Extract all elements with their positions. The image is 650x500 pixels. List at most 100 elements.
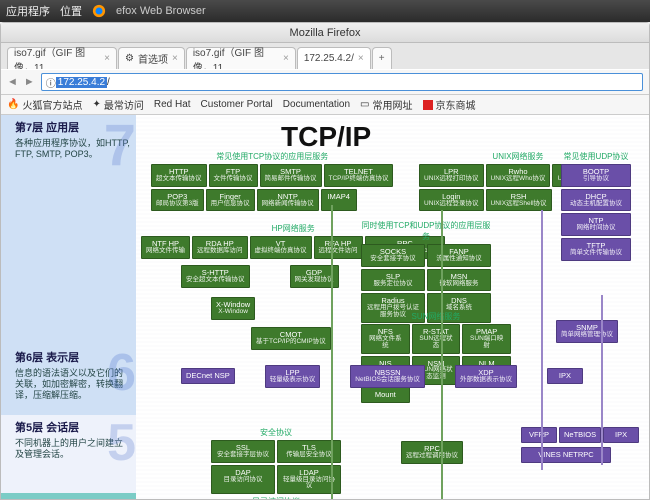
box-subtitle: 网络文件传输 (146, 248, 185, 255)
close-icon[interactable]: × (358, 53, 364, 64)
layer-number: 5 (107, 421, 136, 465)
box-subtitle: 轻量级表示协议 (270, 377, 316, 384)
back-button[interactable]: ◄ (7, 76, 18, 88)
bookmark-label: Documentation (283, 99, 350, 110)
layer-4: 第4层 传输层 接受上一层的数据，在必要的时候把数据进行分... 4 (1, 493, 136, 499)
box-subtitle: 简单网络管理协议 (561, 332, 613, 339)
snmp-group: SNMP简单网络管理协议 (556, 320, 618, 343)
layer-number: 7 (104, 121, 136, 170)
box-subtitle: 引导协议 (566, 176, 626, 183)
firefox-window: Mozilla Firefox iso7.gif（GIF 图像，11...× ⚙… (0, 22, 650, 500)
protocol-box: SSL安全套接字层协议 (211, 440, 275, 463)
protocol-box: NTP网络时间协议 (561, 213, 631, 236)
new-tab-button[interactable]: + (372, 47, 392, 69)
rpc-group: RPC远程过程调用协议 (401, 441, 463, 464)
protocol-box: HTTP超文本传输协议 (151, 164, 207, 187)
box-subtitle: 基于TCP/IP的CMIP协议 (256, 339, 326, 346)
window-title: Mozilla Firefox (290, 27, 361, 39)
box-subtitle: 邮局协议第3版 (156, 201, 199, 208)
url-text: 172.25.4.2 (56, 77, 107, 88)
protocol-box: TELNETTCP/IP终端仿真协议 (324, 164, 394, 187)
box-subtitle: TCP/IP终端仿真协议 (329, 176, 389, 183)
box-subtitle: 目录访问协议 (216, 477, 270, 484)
protocol-box: FTP文件传输协议 (209, 164, 258, 187)
protocol-box: S-HTTP安全超文本传输协议 (181, 265, 250, 288)
protocol-box: PMAPSUN端口映射 (462, 324, 511, 354)
box-subtitle: UNIX远程Shell协议 (491, 201, 547, 208)
box-title: Mount (375, 390, 396, 399)
protocol-box: POP3邮局协议第3版 (151, 189, 204, 212)
protocol-box: VFRP (521, 427, 557, 443)
browser-tab[interactable]: ⚙首选项× (118, 47, 185, 69)
box-subtitle: 传输层安全协议 (282, 452, 336, 459)
protocol-box: SLP服务定位协议 (361, 269, 425, 292)
osi-layers-column: 第7层 应用层 各种应用程序协议，如HTTP, FTP, SMTP, POP3。… (1, 115, 136, 499)
browser-tab[interactable]: 172.25.4.2/× (297, 47, 371, 69)
sun-group: SUN网络服务 NFS网络文件系统R-STATSUN远程状态PMAPSUN端口映… (361, 311, 511, 403)
group-label: 安全协议 (211, 427, 341, 440)
tcp-app-group: 常见使用TCP协议的应用层服务 HTTP超文本传输协议FTP文件传输协议SMTP… (151, 151, 393, 211)
tab-bar: iso7.gif（GIF 图像，11...× ⚙首选项× iso7.gif（GI… (1, 43, 649, 69)
box-title: NeTBIOS (564, 430, 596, 439)
box-row: SNMP简单网络管理协议 (556, 320, 618, 343)
protocol-box: TFTP简单文件传输协议 (561, 238, 631, 261)
protocol-box: MSN微软网络服务 (427, 269, 491, 292)
group-label: 同时使用TCP和UDP协议的应用层服务 (361, 220, 491, 244)
box-subtitle: 动态主机配置协议 (566, 201, 626, 208)
bookmark-label: Red Hat (154, 99, 191, 110)
protocol-box: X-WindowX-Window (211, 297, 255, 320)
places-menu[interactable]: 位置 (60, 3, 82, 19)
group-label: SUN网络服务 (361, 311, 511, 324)
protocol-box: IMAP4 (321, 189, 357, 212)
apps-menu[interactable]: 应用程序 (6, 3, 50, 19)
close-icon[interactable]: × (104, 53, 110, 64)
box-row: RPC远程过程调用协议 (401, 441, 463, 464)
bookmarks-bar: 🔥火狐官方站点 ✦最常访问 Red Hat Customer Portal Do… (1, 95, 649, 115)
bookmark-item[interactable]: Red Hat (154, 99, 191, 110)
layer-7: 第7层 应用层 各种应用程序协议，如HTTP, FTP, SMTP, POP3。… (1, 115, 136, 345)
browser-tab[interactable]: iso7.gif（GIF 图像，11...× (186, 47, 296, 69)
firefox-tooltip: efox Web Browser (116, 5, 206, 17)
close-icon[interactable]: × (283, 53, 289, 64)
bookmark-item[interactable]: Customer Portal (201, 99, 273, 110)
l6-group: DECnet NSPLPP轻量级表示协议NBSSNNetBIOS会话服务协议XD… (181, 365, 601, 388)
protocol-box: SOCKS安全套接字协议 (361, 244, 425, 267)
url-bar[interactable]: ⓘ 172.25.4.2/ (41, 73, 643, 91)
layer-5: 第5层 会话层 不同机器上的用户之间建立及管理会话。 5 (1, 415, 136, 493)
browser-tab[interactable]: iso7.gif（GIF 图像，11...× (7, 47, 117, 69)
connector-line (601, 295, 603, 465)
bookmark-item[interactable]: ✦最常访问 (92, 97, 143, 112)
box-subtitle: 服务定位协议 (366, 281, 420, 288)
box-subtitle: NetBIOS会话服务协议 (355, 377, 420, 384)
box-subtitle: 用户信息协议 (211, 201, 250, 208)
bookmark-item[interactable]: Documentation (283, 99, 350, 110)
box-subtitle: 超文本传输协议 (156, 176, 202, 183)
box-row: POP3邮局协议第3版Finger用户信息协议NNTP网络新闻传输协议IMAP4 (151, 189, 393, 212)
bookmark-item[interactable]: ▭常用网址 (360, 97, 412, 112)
forward-button[interactable]: ► (24, 76, 35, 88)
bookmark-label: 最常访问 (104, 97, 144, 112)
box-subtitle: X-Window (216, 309, 250, 316)
nav-toolbar: ◄ ► ⓘ 172.25.4.2/ (1, 69, 649, 95)
bookmark-item[interactable]: 🔥火狐官方站点 (7, 97, 82, 112)
box-grid: SSL安全套接字层协议TLS传输层安全协议DAP目录访问协议LDAP轻量级目录访… (211, 440, 341, 494)
protocol-box: XDP外部数据表示协议 (455, 365, 517, 388)
firefox-icon[interactable] (92, 4, 106, 18)
box-row: VFRPNeTBIOSIPX (521, 427, 639, 443)
protocol-box: BOOTP引导协议 (561, 164, 631, 187)
protocol-box: DECnet NSP (181, 368, 235, 384)
protocol-box: Mount (361, 387, 410, 403)
connector-line (441, 210, 443, 499)
info-icon[interactable]: ⓘ (46, 75, 56, 90)
close-icon[interactable]: × (172, 53, 178, 64)
page-viewport[interactable]: 第7层 应用层 各种应用程序协议，如HTTP, FTP, SMTP, POP3。… (1, 115, 649, 499)
l5-sec-group: 安全协议 SSL安全套接字层协议TLS传输层安全协议DAP目录访问协议LDAP轻… (211, 427, 341, 499)
protocol-box: DAP目录访问协议 (211, 465, 275, 495)
bookmark-item[interactable]: 京东商城 (423, 97, 476, 112)
bookmark-label: Customer Portal (201, 99, 273, 110)
box-subtitle: UNIX远程Who协议 (491, 176, 546, 183)
bookmark-label: 常用网址 (373, 97, 413, 112)
box-col: BOOTP引导协议DHCP动态主机配置协议NTP网络时间协议TFTP简单文件传输… (561, 164, 631, 261)
protocol-box: NTF HP网络文件传输 (141, 236, 190, 259)
udp-group: 常见使用UDP协议 BOOTP引导协议DHCP动态主机配置协议NTP网络时间协议… (561, 151, 631, 261)
